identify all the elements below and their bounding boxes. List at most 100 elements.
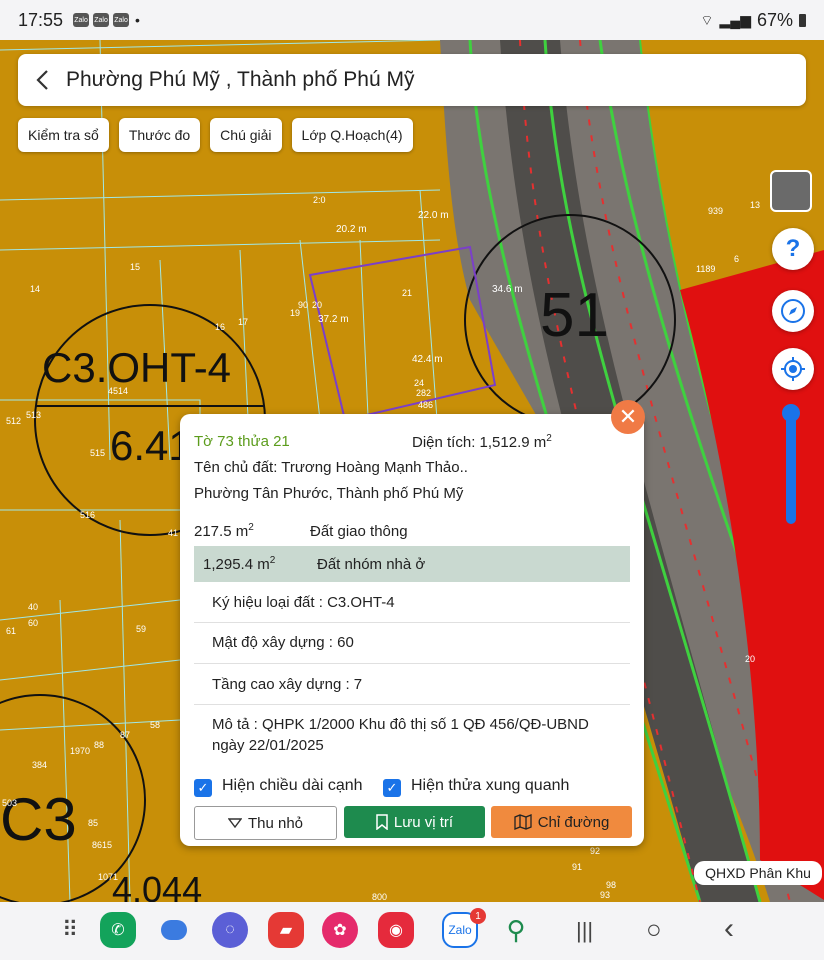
- parcel-number: 61: [6, 626, 16, 636]
- parcel-number: 2:0: [313, 195, 326, 205]
- parcel-number: 16: [215, 322, 225, 332]
- land-code: Ký hiệu loại đất : C3.OHT-4: [212, 594, 395, 611]
- show-neighbors-checkbox[interactable]: ✓: [383, 779, 401, 797]
- zoom-slider-handle[interactable]: [782, 404, 800, 422]
- close-icon: ✕: [618, 404, 638, 429]
- shrink-button[interactable]: Thu nhỏ: [194, 806, 337, 840]
- block-number: 51: [540, 281, 609, 350]
- messages-icon[interactable]: [156, 912, 192, 948]
- parcel-number: 85: [88, 818, 98, 828]
- edge-length: 34.6 m: [492, 284, 523, 295]
- parcel-number: 90: [298, 300, 308, 310]
- legend-chip[interactable]: Chú giải: [210, 118, 282, 152]
- land-use-area-value: 1,295.4 m: [203, 556, 270, 573]
- land-use-area-sup: 2: [248, 522, 254, 533]
- back-nav-button[interactable]: ‹: [724, 912, 734, 946]
- apps-grid-icon[interactable]: ⠿: [52, 912, 88, 948]
- camera-icon[interactable]: ◉: [378, 912, 414, 948]
- parcel-number: 88: [94, 740, 104, 750]
- parcel-number: 939: [708, 206, 723, 216]
- parcel-number: 6: [734, 254, 739, 264]
- satellite-layer-button[interactable]: [770, 170, 812, 212]
- parcel-number: 20: [312, 300, 322, 310]
- parcel-area-unit-sup: 2: [546, 433, 552, 444]
- parcel-area-value: Diện tích: 1,512.9 m: [412, 434, 547, 451]
- planning-layers-chip[interactable]: Lớp Q.Hoạch(4): [291, 118, 413, 152]
- zalo-label: Zalo: [448, 923, 472, 937]
- status-time: 17:55: [18, 9, 64, 30]
- locate-icon: [781, 357, 805, 381]
- parcel-address: Phường Tân Phước, Thành phố Phú Mỹ: [194, 485, 464, 502]
- parcel-number: 15: [130, 262, 140, 272]
- parcel-number: 91: [572, 862, 582, 872]
- divider: [194, 704, 630, 705]
- tool-chips: Kiểm tra sổ Thước đo Chú giải Lớp Q.Hoạc…: [18, 118, 413, 152]
- zone-value-2: 4.044: [112, 869, 202, 902]
- signal-icon: ▂▄▆: [719, 12, 751, 28]
- planning-layer-badge[interactable]: QHXD Phân Khu: [694, 861, 822, 885]
- parcel-number: 515: [90, 448, 105, 458]
- measure-chip[interactable]: Thước đo: [118, 118, 201, 152]
- shrink-button-label: Thu nhỏ: [247, 814, 304, 832]
- edge-length: 22.0 m: [418, 210, 449, 221]
- parcel-number: 800: [372, 892, 387, 902]
- phone-icon[interactable]: ✆: [100, 912, 136, 948]
- back-button[interactable]: [18, 54, 66, 106]
- parcel-number: 13: [750, 200, 760, 210]
- parcel-number: 59: [136, 624, 146, 634]
- parcel-number: 486: [418, 400, 433, 410]
- bookmark-icon: [376, 814, 388, 830]
- question-icon: ?: [785, 235, 801, 262]
- page-title: Phường Phú Mỹ , Thành phố Phú Mỹ: [66, 68, 415, 91]
- edge-length: 20.2 m: [336, 224, 367, 235]
- land-use-area-sup: 2: [269, 555, 276, 566]
- description-line-1: Mô tả : QHPK 1/2000 Khu đô thị số 1 QĐ 4…: [212, 716, 589, 733]
- directions-label: Chỉ đường: [537, 813, 610, 831]
- description-line-2: ngày 22/01/2025: [212, 737, 324, 754]
- land-use-area: 1,295.4 m2: [203, 555, 275, 573]
- wifi-icon: ⌔: [700, 11, 714, 28]
- save-location-button[interactable]: Lưu vị trí: [344, 806, 485, 838]
- parcel-number: 8615: [92, 840, 112, 850]
- chevron-left-icon: [36, 70, 48, 90]
- edge-length: 37.2 m: [318, 314, 349, 325]
- location-header: Phường Phú Mỹ , Thành phố Phú Mỹ: [18, 54, 806, 106]
- parcel-number: 20: [745, 654, 755, 664]
- parcel-number: 384: [32, 760, 47, 770]
- owner-name: Tên chủ đất: Trương Hoàng Mạnh Thảo..: [194, 459, 468, 476]
- zalo-notif-icon: Zalo: [73, 13, 90, 27]
- parcel-number: 4514: [108, 386, 128, 396]
- parcel-area: Diện tích: 1,512.9 m2: [412, 433, 552, 451]
- status-dot: •: [135, 12, 140, 28]
- parcel-number: 41: [168, 528, 178, 538]
- show-neighbors-label: Hiện thửa xung quanh: [411, 777, 570, 794]
- parcel-number: 1189: [696, 264, 715, 274]
- notes-icon[interactable]: ▰: [268, 912, 304, 948]
- divider: [194, 622, 630, 623]
- help-button[interactable]: ?: [772, 228, 814, 270]
- browser-icon[interactable]: ◌: [212, 912, 248, 948]
- compass-button[interactable]: [772, 290, 814, 332]
- zoom-slider-track[interactable]: [786, 410, 796, 524]
- parcel-number: 24: [414, 378, 424, 388]
- home-button[interactable]: ○: [646, 914, 662, 945]
- divider: [194, 663, 630, 664]
- directions-button[interactable]: Chỉ đường: [491, 806, 632, 838]
- gallery-icon[interactable]: ✿: [322, 912, 358, 948]
- edge-length: 42.4 m: [412, 354, 443, 365]
- parcel-number: 21: [402, 288, 412, 298]
- compass-icon: [781, 299, 805, 323]
- close-popup-button[interactable]: ✕: [611, 400, 645, 434]
- zone-label: C3.OHT-4: [42, 344, 231, 391]
- building-density: Mật độ xây dựng : 60: [212, 634, 354, 651]
- parcel-number: 98: [606, 880, 616, 890]
- battery-percent: 67%: [756, 10, 793, 30]
- parcel-number: 503: [2, 798, 17, 808]
- show-edges-checkbox[interactable]: ✓: [194, 779, 212, 797]
- map-icon: [514, 814, 532, 830]
- check-book-chip[interactable]: Kiểm tra sổ: [18, 118, 109, 152]
- map-app-icon[interactable]: ⚲: [498, 912, 534, 948]
- locate-button[interactable]: [772, 348, 814, 390]
- recents-button[interactable]: |||: [576, 918, 593, 944]
- triangle-down-icon: [227, 818, 242, 828]
